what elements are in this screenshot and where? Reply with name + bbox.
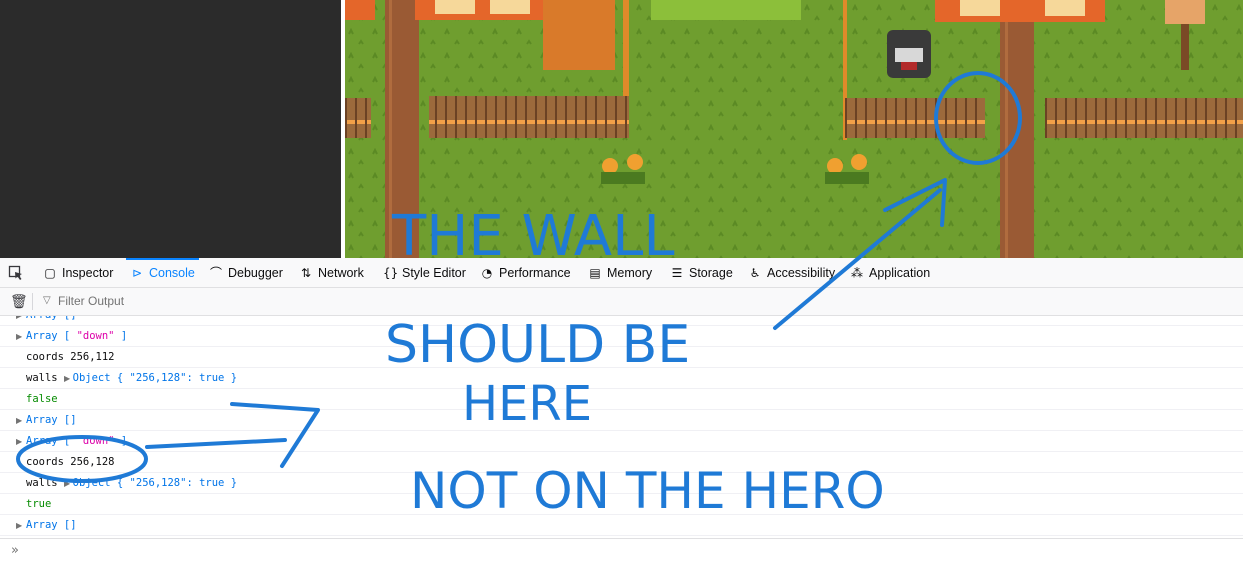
- console-text: walls: [26, 372, 64, 384]
- console-text: "256,128": [129, 477, 187, 489]
- console-filter-bar: 🗑 ▽: [0, 288, 1243, 316]
- expand-triangle-icon[interactable]: ▶: [16, 437, 26, 446]
- console-text: coords 256,128: [26, 456, 115, 468]
- console-text: : true }: [186, 372, 238, 384]
- tab-network[interactable]: ⇅ Network: [299, 258, 364, 287]
- performance-icon: ◔: [481, 265, 493, 280]
- console-text: ▶: [63, 373, 73, 383]
- console-row[interactable]: ▶Array []: [0, 515, 1243, 536]
- console-text: "down": [76, 435, 115, 447]
- console-text: Array [: [26, 435, 77, 447]
- signpost: [1165, 0, 1205, 24]
- chevron-double-right-icon: »: [11, 543, 19, 558]
- tab-storage[interactable]: ☰ Storage: [670, 258, 733, 287]
- tab-inspector-label: Inspector: [62, 265, 114, 280]
- inspector-icon: ▢: [44, 265, 56, 280]
- tree-trunk: [543, 0, 615, 70]
- console-row: coords 256,128: [0, 452, 1243, 473]
- tab-style-editor-label: Style Editor: [402, 265, 466, 280]
- fence-right-wall: [845, 98, 985, 138]
- console-text: Array [: [26, 330, 77, 342]
- console-row[interactable]: ▶ Array [ "down" ]: [0, 326, 1243, 347]
- console-row: false: [0, 389, 1243, 410]
- fence-far-right: [1045, 98, 1243, 138]
- fence-left: [345, 98, 371, 138]
- console-text: "256,128": [129, 372, 187, 384]
- tab-performance[interactable]: ◔ Performance: [480, 258, 571, 287]
- console-text: "down": [76, 330, 115, 342]
- console-text: Array []: [26, 519, 77, 531]
- application-icon: ⁂: [851, 265, 863, 280]
- filter-divider: [32, 293, 33, 310]
- tab-debugger[interactable]: ⌒ Debugger: [209, 258, 283, 287]
- tab-network-label: Network: [318, 265, 364, 280]
- tab-inspector[interactable]: ▢ Inspector: [43, 258, 113, 287]
- expand-triangle-icon[interactable]: ▶: [16, 521, 26, 530]
- console-text: Object {: [72, 477, 130, 489]
- console-text: ]: [114, 435, 128, 447]
- tab-memory[interactable]: ▤ Memory: [588, 258, 652, 287]
- console-row: true: [0, 494, 1243, 515]
- tab-console[interactable]: ⊳ Console: [126, 258, 199, 287]
- console-output[interactable]: ▶Array []▶Array [ "down" ]coords 256,112…: [0, 316, 1243, 538]
- console-text: ▶: [63, 478, 73, 488]
- tab-style-editor[interactable]: {} Style Editor: [383, 258, 466, 287]
- console-row[interactable]: ▶Array []: [0, 410, 1243, 431]
- style-editor-icon: {}: [383, 265, 399, 280]
- tab-memory-label: Memory: [607, 265, 653, 280]
- memory-icon: ▤: [589, 265, 601, 280]
- console-text: coords 256,112: [26, 351, 115, 363]
- console-text: walls: [26, 477, 64, 489]
- tab-storage-label: Storage: [689, 265, 733, 280]
- console-text: Object {: [72, 372, 130, 384]
- console-row[interactable]: ▶ Array [ "down" ]: [0, 431, 1243, 452]
- network-icon: ⇅: [300, 265, 312, 280]
- console-text: ]: [114, 330, 128, 342]
- console-row[interactable]: ▶Array []: [0, 316, 1243, 326]
- fence-center: [429, 96, 629, 138]
- debugger-icon: ⌒: [209, 266, 222, 280]
- expand-triangle-icon[interactable]: ▶: [16, 416, 26, 425]
- tab-debugger-label: Debugger: [228, 265, 283, 280]
- console-text: Array []: [26, 316, 77, 321]
- hedge: [651, 0, 801, 20]
- console-row: walls ▶ Object { "256,128": true }: [0, 473, 1243, 494]
- console-text: false: [26, 393, 58, 405]
- storage-icon: ☰: [671, 265, 683, 280]
- console-row: coords 256,112: [0, 347, 1243, 368]
- building-edge: [345, 0, 375, 20]
- expand-triangle-icon[interactable]: ▶: [16, 316, 26, 320]
- tab-application[interactable]: ⁂ Application: [850, 258, 930, 287]
- filter-output-input[interactable]: [40, 291, 358, 311]
- console-text: true: [26, 498, 52, 510]
- sidebar-dark-panel: [0, 0, 341, 258]
- accessibility-icon: ♿: [749, 265, 761, 280]
- console-text: : true }: [186, 477, 238, 489]
- tab-accessibility-label: Accessibility: [767, 265, 836, 280]
- devtools-toolbar: ▢ Inspector ⊳ Console ⌒ Debugger ⇅ Netwo…: [0, 258, 1243, 288]
- game-viewport[interactable]: [345, 0, 1243, 258]
- tab-application-label: Application: [869, 265, 931, 280]
- tab-performance-label: Performance: [499, 265, 571, 280]
- console-input-row[interactable]: »: [0, 538, 1243, 565]
- tab-console-label: Console: [149, 265, 195, 280]
- expand-triangle-icon[interactable]: ▶: [16, 332, 26, 341]
- console-row: walls ▶ Object { "256,128": true }: [0, 368, 1243, 389]
- game-scene: [345, 0, 1243, 258]
- console-icon: ⊳: [131, 265, 143, 280]
- tab-accessibility[interactable]: ♿ Accessibility: [748, 258, 835, 287]
- hero-character: [887, 30, 931, 78]
- element-picker-icon[interactable]: [8, 265, 24, 281]
- console-text: Array []: [26, 414, 77, 426]
- trash-icon[interactable]: 🗑: [10, 294, 28, 310]
